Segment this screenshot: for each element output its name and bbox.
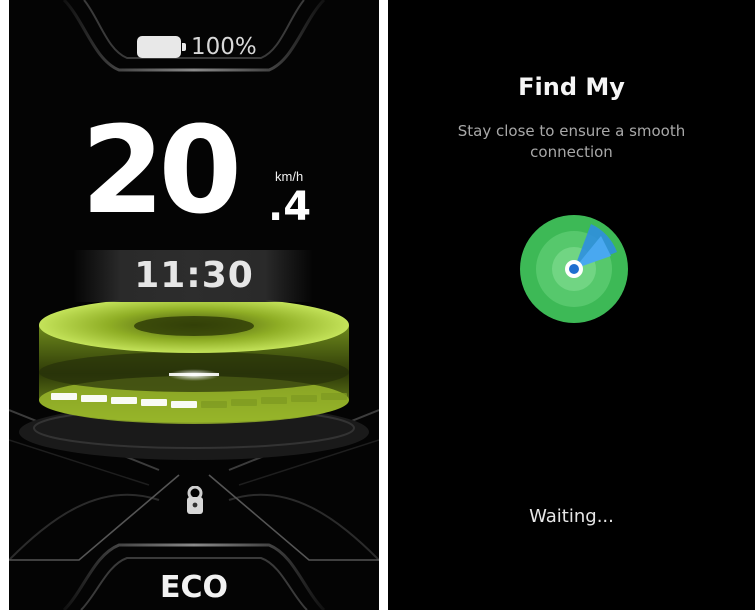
assist-segment xyxy=(231,399,257,406)
assist-segment xyxy=(261,397,287,404)
assist-segment xyxy=(51,393,77,400)
find-my-subtitle: Stay close to ensure a smooth connection xyxy=(457,122,686,161)
lock-icon xyxy=(187,486,203,514)
speed-unit: km/h xyxy=(275,169,304,184)
ride-mode: ECO xyxy=(159,570,228,605)
assist-segment xyxy=(291,395,317,402)
assist-segment xyxy=(201,401,227,408)
assist-segment xyxy=(111,397,137,404)
assist-segment xyxy=(321,393,347,400)
assist-segment xyxy=(81,395,107,402)
battery-full-icon xyxy=(137,36,186,58)
radar-icon xyxy=(520,215,628,323)
speed-value: 20 xyxy=(81,102,242,241)
battery-status: 100% xyxy=(137,34,257,60)
battery-percent: 100% xyxy=(191,34,257,60)
connection-status: Waiting... xyxy=(529,506,614,527)
speed-decimal: .4 xyxy=(268,184,312,230)
assist-segment xyxy=(141,399,167,406)
ebike-display-panel: 100% 20 km/h .4 11:30 ECO xyxy=(9,0,379,610)
assist-segment xyxy=(171,401,197,408)
clock-time: 11:30 xyxy=(134,255,254,296)
screenshot-frame: 100% 20 km/h .4 11:30 ECO Find My Stay c… xyxy=(0,0,755,610)
find-my-panel: Find My Stay close to ensure a smooth co… xyxy=(388,0,755,610)
dashboard-decoration xyxy=(9,0,379,610)
find-my-title: Find My xyxy=(518,73,625,101)
